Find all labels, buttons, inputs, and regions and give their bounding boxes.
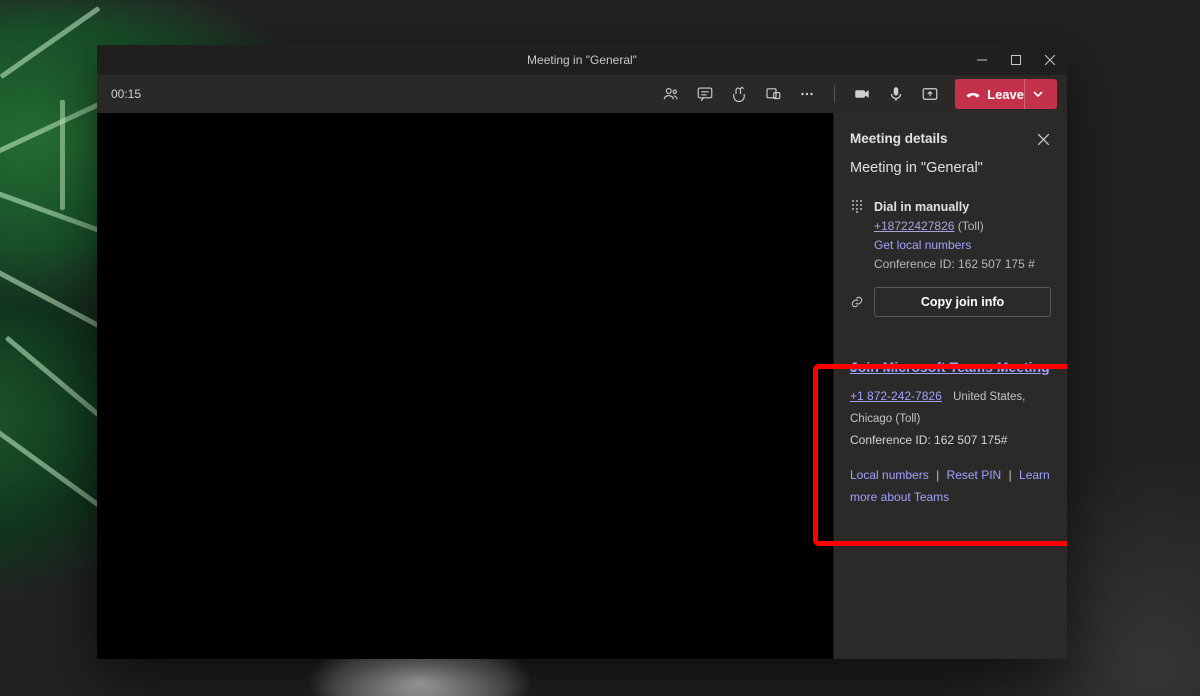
get-local-numbers-link[interactable]: Get local numbers bbox=[874, 238, 971, 252]
share-button[interactable] bbox=[915, 79, 945, 109]
mic-button[interactable] bbox=[881, 79, 911, 109]
join-conf-id-label: Conference ID: bbox=[850, 433, 934, 447]
join-meeting-link[interactable]: Join Microsoft Teams Meeting bbox=[850, 355, 1050, 380]
dial-in-phone-link[interactable]: +18722427826 bbox=[874, 219, 954, 233]
window-maximize-button[interactable] bbox=[999, 45, 1033, 75]
chat-button[interactable] bbox=[690, 79, 720, 109]
dialpad-icon bbox=[850, 199, 864, 213]
rooms-button[interactable] bbox=[758, 79, 788, 109]
link-icon bbox=[850, 295, 864, 309]
leave-label: Leave bbox=[987, 87, 1024, 102]
conf-id-label: Conference ID: bbox=[874, 257, 958, 271]
dial-in-block: Dial in manually +18722427826 (Toll) Get… bbox=[850, 198, 1051, 273]
copy-join-row: Copy join info bbox=[850, 287, 1051, 317]
panel-heading: Meeting details bbox=[850, 131, 1051, 146]
dial-in-label: Dial in manually bbox=[874, 198, 1035, 217]
window-title: Meeting in "General" bbox=[527, 53, 637, 67]
join-phone-link[interactable]: +1 872-242-7826 bbox=[850, 389, 942, 403]
window-body: Meeting details Meeting in "General" Dia… bbox=[97, 113, 1067, 659]
panel-meeting-title: Meeting in "General" bbox=[850, 160, 1051, 176]
panel-close-button[interactable] bbox=[1033, 129, 1053, 149]
hangup-icon bbox=[965, 86, 981, 102]
join-info-block: Join Microsoft Teams Meeting +1 872-242-… bbox=[850, 355, 1051, 508]
copy-join-info-button[interactable]: Copy join info bbox=[874, 287, 1051, 317]
leave-dropdown[interactable] bbox=[1024, 79, 1057, 109]
call-timer: 00:15 bbox=[111, 87, 141, 101]
meeting-toolbar: 00:15 bbox=[97, 75, 1067, 113]
join-conf-id-value: 162 507 175# bbox=[934, 433, 1007, 447]
video-area bbox=[97, 113, 833, 659]
local-numbers-link[interactable]: Local numbers bbox=[850, 468, 929, 482]
teams-meeting-window: Meeting in "General" 00:15 bbox=[97, 45, 1067, 659]
reset-pin-link[interactable]: Reset PIN bbox=[947, 468, 1002, 482]
window-minimize-button[interactable] bbox=[965, 45, 999, 75]
camera-button[interactable] bbox=[847, 79, 877, 109]
leave-button[interactable]: Leave bbox=[955, 79, 1057, 109]
window-titlebar: Meeting in "General" bbox=[97, 45, 1067, 75]
close-icon bbox=[1038, 134, 1049, 145]
meeting-details-panel: Meeting details Meeting in "General" Dia… bbox=[833, 113, 1067, 659]
more-actions-button[interactable] bbox=[792, 79, 822, 109]
toll-suffix: (Toll) bbox=[954, 219, 983, 233]
window-buttons bbox=[965, 45, 1067, 75]
window-close-button[interactable] bbox=[1033, 45, 1067, 75]
chevron-down-icon bbox=[1033, 89, 1043, 99]
join-extra-links: Local numbers | Reset PIN | Learn more a… bbox=[850, 465, 1051, 508]
conf-id-value: 162 507 175 # bbox=[958, 257, 1035, 271]
participants-button[interactable] bbox=[656, 79, 686, 109]
reactions-button[interactable] bbox=[724, 79, 754, 109]
toolbar-divider bbox=[834, 85, 835, 103]
